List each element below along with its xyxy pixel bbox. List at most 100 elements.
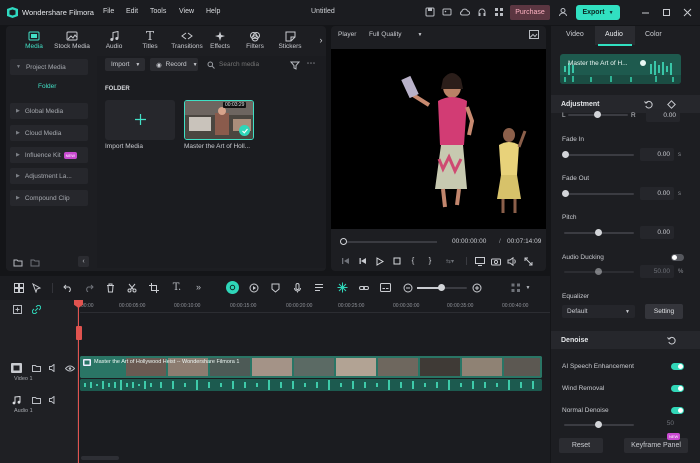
tool-titles[interactable]: T Titles <box>132 29 168 55</box>
link-chain-icon[interactable] <box>358 282 369 293</box>
layout-grid-icon[interactable] <box>13 282 24 293</box>
sidebar-item-influence-kit[interactable]: ▶ Influence Kit NEW <box>10 147 88 163</box>
fade-out-value[interactable]: 0.00 <box>640 187 674 200</box>
balance-slider-knob[interactable] <box>594 111 601 118</box>
normal-denoise-slider-knob[interactable] <box>595 421 602 428</box>
tool-filters[interactable]: Filters <box>237 29 273 55</box>
quality-dropdown[interactable]: Full Quality ▼ <box>369 31 422 38</box>
menu-help[interactable]: Help <box>206 8 220 15</box>
tab-color[interactable]: Color <box>645 31 662 38</box>
prev-frame-icon[interactable] <box>340 256 350 266</box>
fade-in-slider-knob[interactable] <box>562 151 569 158</box>
grid-apps-icon[interactable] <box>493 6 505 18</box>
audio-clip[interactable] <box>80 379 542 391</box>
fade-in-slider[interactable] <box>564 154 634 156</box>
collapse-sidebar-icon[interactable]: ‹ <box>78 256 89 267</box>
zoom-in-icon[interactable] <box>471 282 482 293</box>
image-icon[interactable] <box>441 6 453 18</box>
crop-icon[interactable] <box>148 282 159 293</box>
search-field[interactable] <box>207 58 282 71</box>
normal-denoise-toggle[interactable] <box>671 407 684 414</box>
video-clip[interactable]: Master the Art of Hollywood Heist -- Won… <box>80 356 542 378</box>
record-dropdown[interactable]: ◉ Record ▼ <box>150 58 198 71</box>
add-track-icon[interactable] <box>12 304 22 314</box>
mark-out-icon[interactable]: } <box>426 255 434 265</box>
zoom-slider-knob[interactable] <box>438 284 445 291</box>
cut-scissors-icon[interactable] <box>126 282 137 293</box>
video-track-eye-icon[interactable] <box>64 363 75 373</box>
fullscreen-icon[interactable] <box>523 256 534 266</box>
clip-play-knob[interactable] <box>640 60 646 66</box>
ai-smart-icon[interactable] <box>226 281 239 294</box>
tool-media[interactable]: Media <box>16 29 52 55</box>
chevron-down-icon[interactable]: ▼ <box>524 282 532 293</box>
close-icon[interactable] <box>681 6 693 18</box>
account-icon[interactable] <box>557 6 569 18</box>
equalizer-preset-dropdown[interactable]: Default ▼ <box>562 305 635 318</box>
reset-button[interactable]: Reset <box>559 438 603 453</box>
sidebar-item-project-media[interactable]: ▼ Project Media <box>10 59 88 75</box>
step-back-icon[interactable] <box>358 256 368 266</box>
track-link-icon[interactable] <box>31 304 41 314</box>
audio-track-volume-icon[interactable] <box>48 395 58 405</box>
mark-in-icon[interactable]: { <box>409 255 417 265</box>
more-options-icon[interactable]: ⋯ <box>306 58 316 68</box>
ai-speech-enhancement-toggle[interactable] <box>671 363 684 370</box>
pitch-slider-knob[interactable] <box>595 229 602 236</box>
equalizer-setting-button[interactable]: Setting <box>645 304 683 319</box>
reset-adjustment-icon[interactable] <box>643 99 653 109</box>
wind-removal-toggle[interactable] <box>671 385 684 392</box>
timeline-scrollbar[interactable] <box>81 456 119 460</box>
import-media-tile[interactable] <box>105 100 175 140</box>
denoise-section-header[interactable]: Denoise <box>551 331 700 349</box>
reset-denoise-icon[interactable] <box>666 335 676 345</box>
render-preview-icon[interactable] <box>248 282 259 293</box>
play-icon[interactable] <box>375 256 385 266</box>
fade-in-value[interactable]: 0.00 <box>640 148 674 161</box>
save-icon[interactable] <box>424 6 436 18</box>
speed-dropdown-icon[interactable]: ⇆▾ <box>444 256 456 266</box>
subtitle-box-icon[interactable] <box>379 282 391 293</box>
video-preview[interactable] <box>331 49 546 229</box>
video-track-volume-icon[interactable] <box>48 363 58 373</box>
minimize-icon[interactable] <box>639 6 651 18</box>
playhead-line[interactable] <box>78 300 79 463</box>
keyframe-panel-button[interactable]: Keyframe Panel <box>624 438 688 453</box>
pitch-value[interactable]: 0.00 <box>640 226 674 239</box>
snap-magnet-icon[interactable] <box>336 281 348 293</box>
audio-track-folder-icon[interactable] <box>31 395 41 405</box>
tool-stickers[interactable]: Stickers <box>272 29 308 55</box>
fade-out-slider[interactable] <box>564 193 634 195</box>
track-grid-menu-icon[interactable] <box>510 282 521 293</box>
audio-ducking-value[interactable]: 50.00 <box>640 265 674 278</box>
select-pointer-icon[interactable] <box>31 282 42 293</box>
tab-video[interactable]: Video <box>566 31 584 38</box>
more-tools-icon[interactable]: » <box>193 281 204 293</box>
tool-audio[interactable]: Audio <box>96 29 132 55</box>
audio-ducking-toggle[interactable] <box>671 254 684 261</box>
chevron-right-icon[interactable]: › <box>317 34 325 46</box>
zoom-out-icon[interactable] <box>402 282 413 293</box>
tool-transitions[interactable]: Transitions <box>168 29 206 55</box>
playback-scrubber[interactable] <box>341 241 437 243</box>
tool-effects[interactable]: Effects <box>202 29 238 55</box>
new-folder-icon[interactable] <box>13 257 23 267</box>
snapshot-image-icon[interactable] <box>528 29 539 40</box>
import-dropdown[interactable]: Import ▼ <box>105 58 145 71</box>
delete-trash-icon[interactable] <box>105 282 116 293</box>
voiceover-list-icon[interactable] <box>313 282 324 293</box>
export-button[interactable]: Export ▼ <box>576 5 620 20</box>
purchase-button[interactable]: Purchase <box>510 5 550 20</box>
scrubber-knob[interactable] <box>340 238 347 245</box>
sidebar-item-folder[interactable]: Folder <box>38 83 56 90</box>
sidebar-item-cloud-media[interactable]: ▶ Cloud Media <box>10 125 88 141</box>
filter-icon[interactable] <box>290 60 300 70</box>
menu-file[interactable]: File <box>103 8 114 15</box>
menu-view[interactable]: View <box>179 8 194 15</box>
media-clip-tile[interactable]: 00:03:29 <box>184 100 254 140</box>
camera-snapshot-icon[interactable] <box>490 256 501 266</box>
tab-audio[interactable]: Audio <box>605 31 623 38</box>
audio-ducking-slider-knob[interactable] <box>595 268 602 275</box>
search-input[interactable] <box>219 61 279 68</box>
marker-shield-icon[interactable] <box>270 282 281 293</box>
